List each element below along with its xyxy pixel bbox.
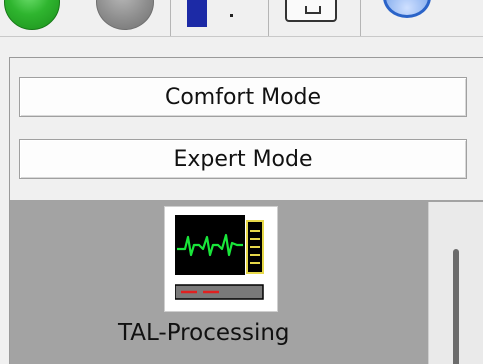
monitor-waveform-icon	[175, 215, 264, 300]
vertical-scrollbar[interactable]	[428, 202, 483, 364]
globe-icon[interactable]	[383, 0, 431, 18]
toolbar-separator	[360, 0, 361, 36]
toolbar	[0, 0, 483, 37]
expert-mode-button[interactable]: Expert Mode	[19, 139, 467, 179]
toolbar-separator	[170, 0, 171, 36]
module-label: TAL-Processing	[118, 320, 290, 346]
module-item-tal-processing[interactable]: TAL-Processing	[118, 206, 308, 356]
level-bar-icon[interactable]	[187, 0, 207, 27]
stop-icon[interactable]	[96, 0, 154, 30]
app-window: Comfort Mode Expert Mode TAL-Processing	[0, 0, 483, 364]
level-bar-marker	[230, 14, 233, 17]
mode-panel: Comfort Mode Expert Mode TAL-Processing	[9, 57, 483, 364]
document-icon-detail	[305, 6, 321, 14]
scrollbar-thumb[interactable]	[453, 249, 459, 364]
document-icon[interactable]	[285, 0, 337, 22]
toolbar-separator	[268, 0, 269, 36]
start-icon[interactable]	[4, 0, 60, 30]
module-icon-frame	[164, 206, 278, 312]
module-list: TAL-Processing	[10, 200, 483, 364]
comfort-mode-button[interactable]: Comfort Mode	[19, 77, 467, 117]
